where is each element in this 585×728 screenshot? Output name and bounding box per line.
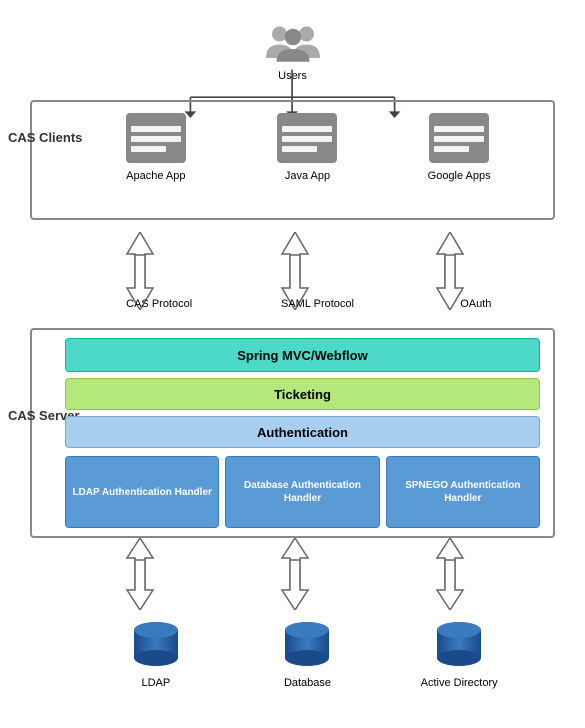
- diagram: Users CAS Clients Apache App: [0, 0, 585, 728]
- bottom-arrows-svg: [80, 538, 555, 610]
- oauth-protocol-text: OAuth: [436, 298, 516, 310]
- saml-protocol-text: SAML Protocol: [277, 298, 357, 310]
- ticketing-label: Ticketing: [274, 387, 331, 402]
- users-icon: [263, 18, 323, 68]
- google-app-label: Google Apps: [428, 170, 491, 182]
- database-db-label: Database: [284, 677, 331, 689]
- db-row: LDAP Database: [80, 618, 535, 689]
- spring-mvc-box: Spring MVC/Webflow: [65, 338, 540, 372]
- java-app-item: Java App: [267, 108, 347, 182]
- ldap-db-icon: [126, 618, 186, 673]
- ticketing-box: Ticketing: [65, 378, 540, 410]
- apache-app-label: Apache App: [126, 170, 185, 182]
- ldap-db-item: LDAP: [116, 618, 196, 689]
- handlers-row: LDAP Authentication Handler Database Aut…: [65, 456, 540, 528]
- app-icons-row: Apache App Java App Google Apps: [80, 108, 535, 182]
- java-app-icon: [272, 108, 342, 168]
- ldap-db-label: LDAP: [141, 677, 170, 689]
- spnego-handler-box: SPNEGO Authentication Handler: [386, 456, 540, 528]
- java-app-label: Java App: [285, 170, 330, 182]
- apache-app-icon: [121, 108, 191, 168]
- apache-app-item: Apache App: [116, 108, 196, 182]
- authentication-box: Authentication: [65, 416, 540, 448]
- cas-protocol-text: CAS Protocol: [119, 298, 199, 310]
- database-db-item: Database: [267, 618, 347, 689]
- ldap-handler-box: LDAP Authentication Handler: [65, 456, 219, 528]
- database-handler-box: Database Authentication Handler: [225, 456, 379, 528]
- activedir-db-icon: [429, 618, 489, 673]
- cas-clients-label: CAS Clients: [8, 130, 82, 145]
- users-label: Users: [278, 70, 307, 82]
- google-app-item: Google Apps: [419, 108, 499, 182]
- database-db-icon: [277, 618, 337, 673]
- activedir-db-label: Active Directory: [421, 677, 498, 689]
- spring-mvc-label: Spring MVC/Webflow: [237, 348, 367, 363]
- protocol-labels-row: CAS Protocol SAML Protocol OAuth: [80, 298, 555, 310]
- activedir-db-item: Active Directory: [419, 618, 499, 689]
- google-app-icon: [424, 108, 494, 168]
- authentication-label: Authentication: [257, 425, 348, 440]
- users-area: Users: [263, 18, 323, 82]
